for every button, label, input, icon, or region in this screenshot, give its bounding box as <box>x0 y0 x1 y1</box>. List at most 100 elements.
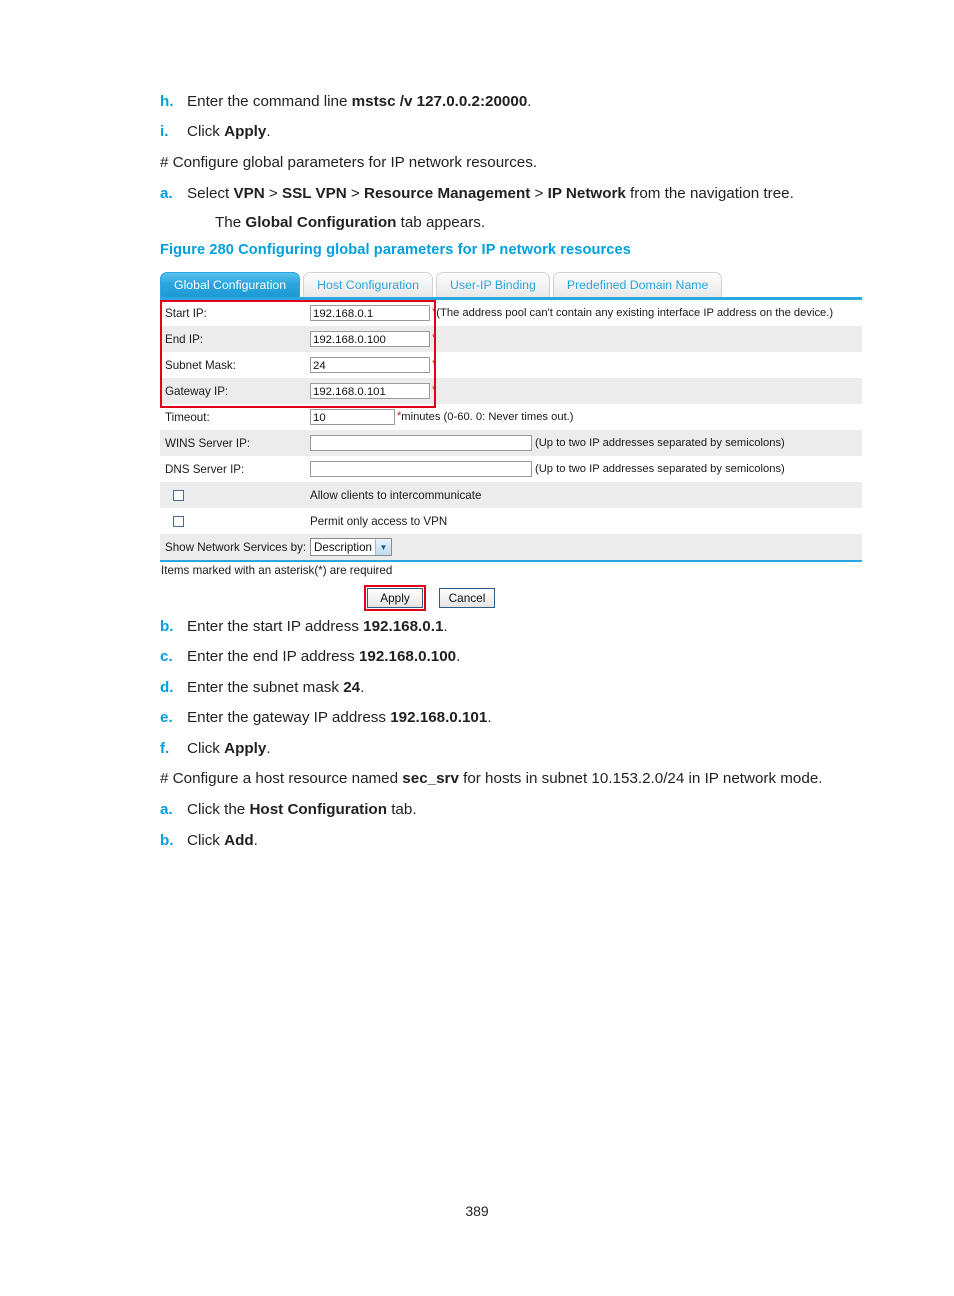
cancel-button[interactable]: Cancel <box>439 588 495 608</box>
emphasis: 192.168.0.100 <box>358 648 457 666</box>
cancel-button-wrap: Cancel <box>436 585 498 611</box>
step-marker: e. <box>160 709 173 727</box>
required-asterisk: * <box>432 331 437 344</box>
top-step: i. Click Apply. <box>160 122 880 141</box>
input-end-ip[interactable]: 192.168.0.100 <box>310 331 430 347</box>
figure-caption: Figure 280 Configuring global parameters… <box>160 242 631 258</box>
required-asterisk: * <box>432 357 437 370</box>
step-text: Select VPN > SSL VPN > Resource Manageme… <box>187 184 794 202</box>
step-marker: a. <box>160 184 173 202</box>
step-text: Enter the gateway IP address 192.168.0.1… <box>187 709 492 727</box>
emphasis: Host Configuration <box>249 801 387 819</box>
document-page: h. Enter the command line mstsc /v 127.0.… <box>0 0 954 1296</box>
field-label: Subnet Mask: <box>165 358 236 372</box>
input-wins-server-ip[interactable] <box>310 435 532 451</box>
field-label: Show Network Services by: <box>165 540 307 554</box>
checkbox-cell <box>160 515 310 527</box>
tab-label: Predefined Domain Name <box>566 278 709 292</box>
step-text: Click Add. <box>187 831 258 849</box>
top-step: h. Enter the command line mstsc /v 127.0.… <box>160 92 880 111</box>
field-hint: (Up to two IP addresses separated by sem… <box>535 463 785 475</box>
bottom-step: a. Click the Host Configuration tab. <box>160 800 880 819</box>
form-row: End IP: 192.168.0.100 * <box>160 326 862 352</box>
top-comment-line: # Configure global parameters for IP net… <box>160 153 538 171</box>
field-label: End IP: <box>165 332 204 346</box>
field-label: Start IP: <box>165 306 207 320</box>
emphasis: Apply <box>224 739 267 757</box>
step-text: Enter the start IP address 192.168.0.1. <box>187 618 448 635</box>
tab-user-ip-binding[interactable]: User-IP Binding <box>435 272 550 297</box>
form-row: Allow clients to intercommunicate <box>160 482 862 508</box>
page-number: 389 <box>465 1203 489 1219</box>
step-text: Enter the end IP address 192.168.0.100. <box>187 648 461 666</box>
tab-host-configuration[interactable]: Host Configuration <box>303 272 433 297</box>
field-hint: minutes (0-60. 0: Never times out.) <box>401 411 574 423</box>
step-marker: h. <box>160 93 174 110</box>
tab-bar: Global Configuration Host Configuration Us… <box>160 268 862 297</box>
checkbox-label: Allow clients to intercommunicate <box>310 488 482 502</box>
field-label: Timeout: <box>165 410 210 424</box>
tab-predefined-domain-name[interactable]: Predefined Domain Name <box>552 272 723 297</box>
emphasis: Resource Management <box>364 184 531 202</box>
field-hint: (Up to two IP addresses separated by sem… <box>535 437 785 449</box>
form-row: Show Network Services by: Description ▼ <box>160 534 862 560</box>
step-text: Click Apply. <box>187 739 271 757</box>
emphasis: Apply <box>224 123 267 141</box>
tab-global-configuration[interactable]: Global Configuration <box>160 272 301 297</box>
step-marker: i. <box>160 123 169 141</box>
ui-screenshot: Global Configuration Host Configuration Us… <box>160 268 862 611</box>
emphasis: SSL VPN <box>281 184 347 202</box>
checkbox-label: Permit only access to VPN <box>310 514 448 528</box>
step-marker: b. <box>160 831 174 849</box>
emphasis: Global Configuration <box>245 214 397 232</box>
emphasis: 192.168.0.101 <box>390 709 488 727</box>
bottom-step: b. Enter the start IP address 192.168.0.1… <box>160 617 880 636</box>
bottom-step: c. Enter the end IP address 192.168.0.100… <box>160 647 880 666</box>
bottom-step: d. Enter the subnet mask 24. <box>160 678 880 697</box>
field-hint: (The address pool can't contain any exis… <box>436 307 834 319</box>
step-marker: b. <box>160 618 174 635</box>
apply-button[interactable]: Apply <box>367 588 423 608</box>
required-asterisk: * <box>432 383 437 396</box>
emphasis: VPN <box>233 184 265 202</box>
form-row: Subnet Mask: 24 * <box>160 352 862 378</box>
step-text: Enter the command line mstsc /v 127.0.0.… <box>187 93 532 110</box>
top-step: a. Select VPN > SSL VPN > Resource Manage… <box>160 184 880 203</box>
input-timeout[interactable]: 10 <box>310 409 395 425</box>
emphasis: Add <box>224 831 254 849</box>
checkbox-allow-clients-to-intercommunicate[interactable] <box>173 489 184 501</box>
bottom-step: f. Click Apply. <box>160 739 880 758</box>
show-network-services-by-select[interactable]: Description ▼ <box>310 538 392 556</box>
step-text: Enter the subnet mask 24. <box>187 678 365 696</box>
emphasis: 192.168.0.1 <box>363 618 444 635</box>
tab-label: Host Configuration <box>317 278 419 292</box>
step-marker: f. <box>160 739 170 757</box>
form-row: WINS Server IP: (Up to two IP addresses s… <box>160 430 862 456</box>
step-text: Click Apply. <box>187 123 271 141</box>
field-label: WINS Server IP: <box>165 436 251 450</box>
top-step-note: The Global Configuration tab appears. <box>215 214 486 232</box>
procedure-steps-top: h. Enter the command line mstsc /v 127.0.… <box>160 92 880 242</box>
tab-label: User-IP Binding <box>449 278 536 292</box>
field-label: Gateway IP: <box>165 384 229 398</box>
input-gateway-ip[interactable]: 192.168.0.101 <box>310 383 430 399</box>
form-buttons: Apply Cancel <box>160 585 862 611</box>
tab-label: Global Configuration <box>174 278 287 292</box>
form-row: Start IP: 192.168.0.1 * (The address pool c… <box>160 300 862 326</box>
step-text: Click the Host Configuration tab. <box>187 801 417 819</box>
emphasis: mstsc /v 127.0.0.2:20000 <box>351 93 528 110</box>
checkbox-permit-only-access-to-vpn[interactable] <box>173 515 184 527</box>
procedure-steps-bottom: b. Enter the start IP address 192.168.0.1… <box>160 617 880 861</box>
required-asterisk: * <box>432 305 437 318</box>
bottom-step: b. Click Add. <box>160 831 880 850</box>
step-marker: a. <box>160 801 173 819</box>
bottom-step: e. Enter the gateway IP address 192.168.0… <box>160 708 880 727</box>
apply-button-highlight: Apply <box>364 585 426 611</box>
form-row: Gateway IP: 192.168.0.101 * <box>160 378 862 404</box>
form-row: Permit only access to VPN <box>160 508 862 534</box>
input-subnet-mask[interactable]: 24 <box>310 357 430 373</box>
form-row: Timeout: 10 * minutes (0-60. 0: Never times… <box>160 404 862 430</box>
input-start-ip[interactable]: 192.168.0.1 <box>310 305 430 321</box>
global-configuration-form: Start IP: 192.168.0.1 * (The address pool c… <box>160 300 862 562</box>
input-dns-server-ip[interactable] <box>310 461 532 477</box>
